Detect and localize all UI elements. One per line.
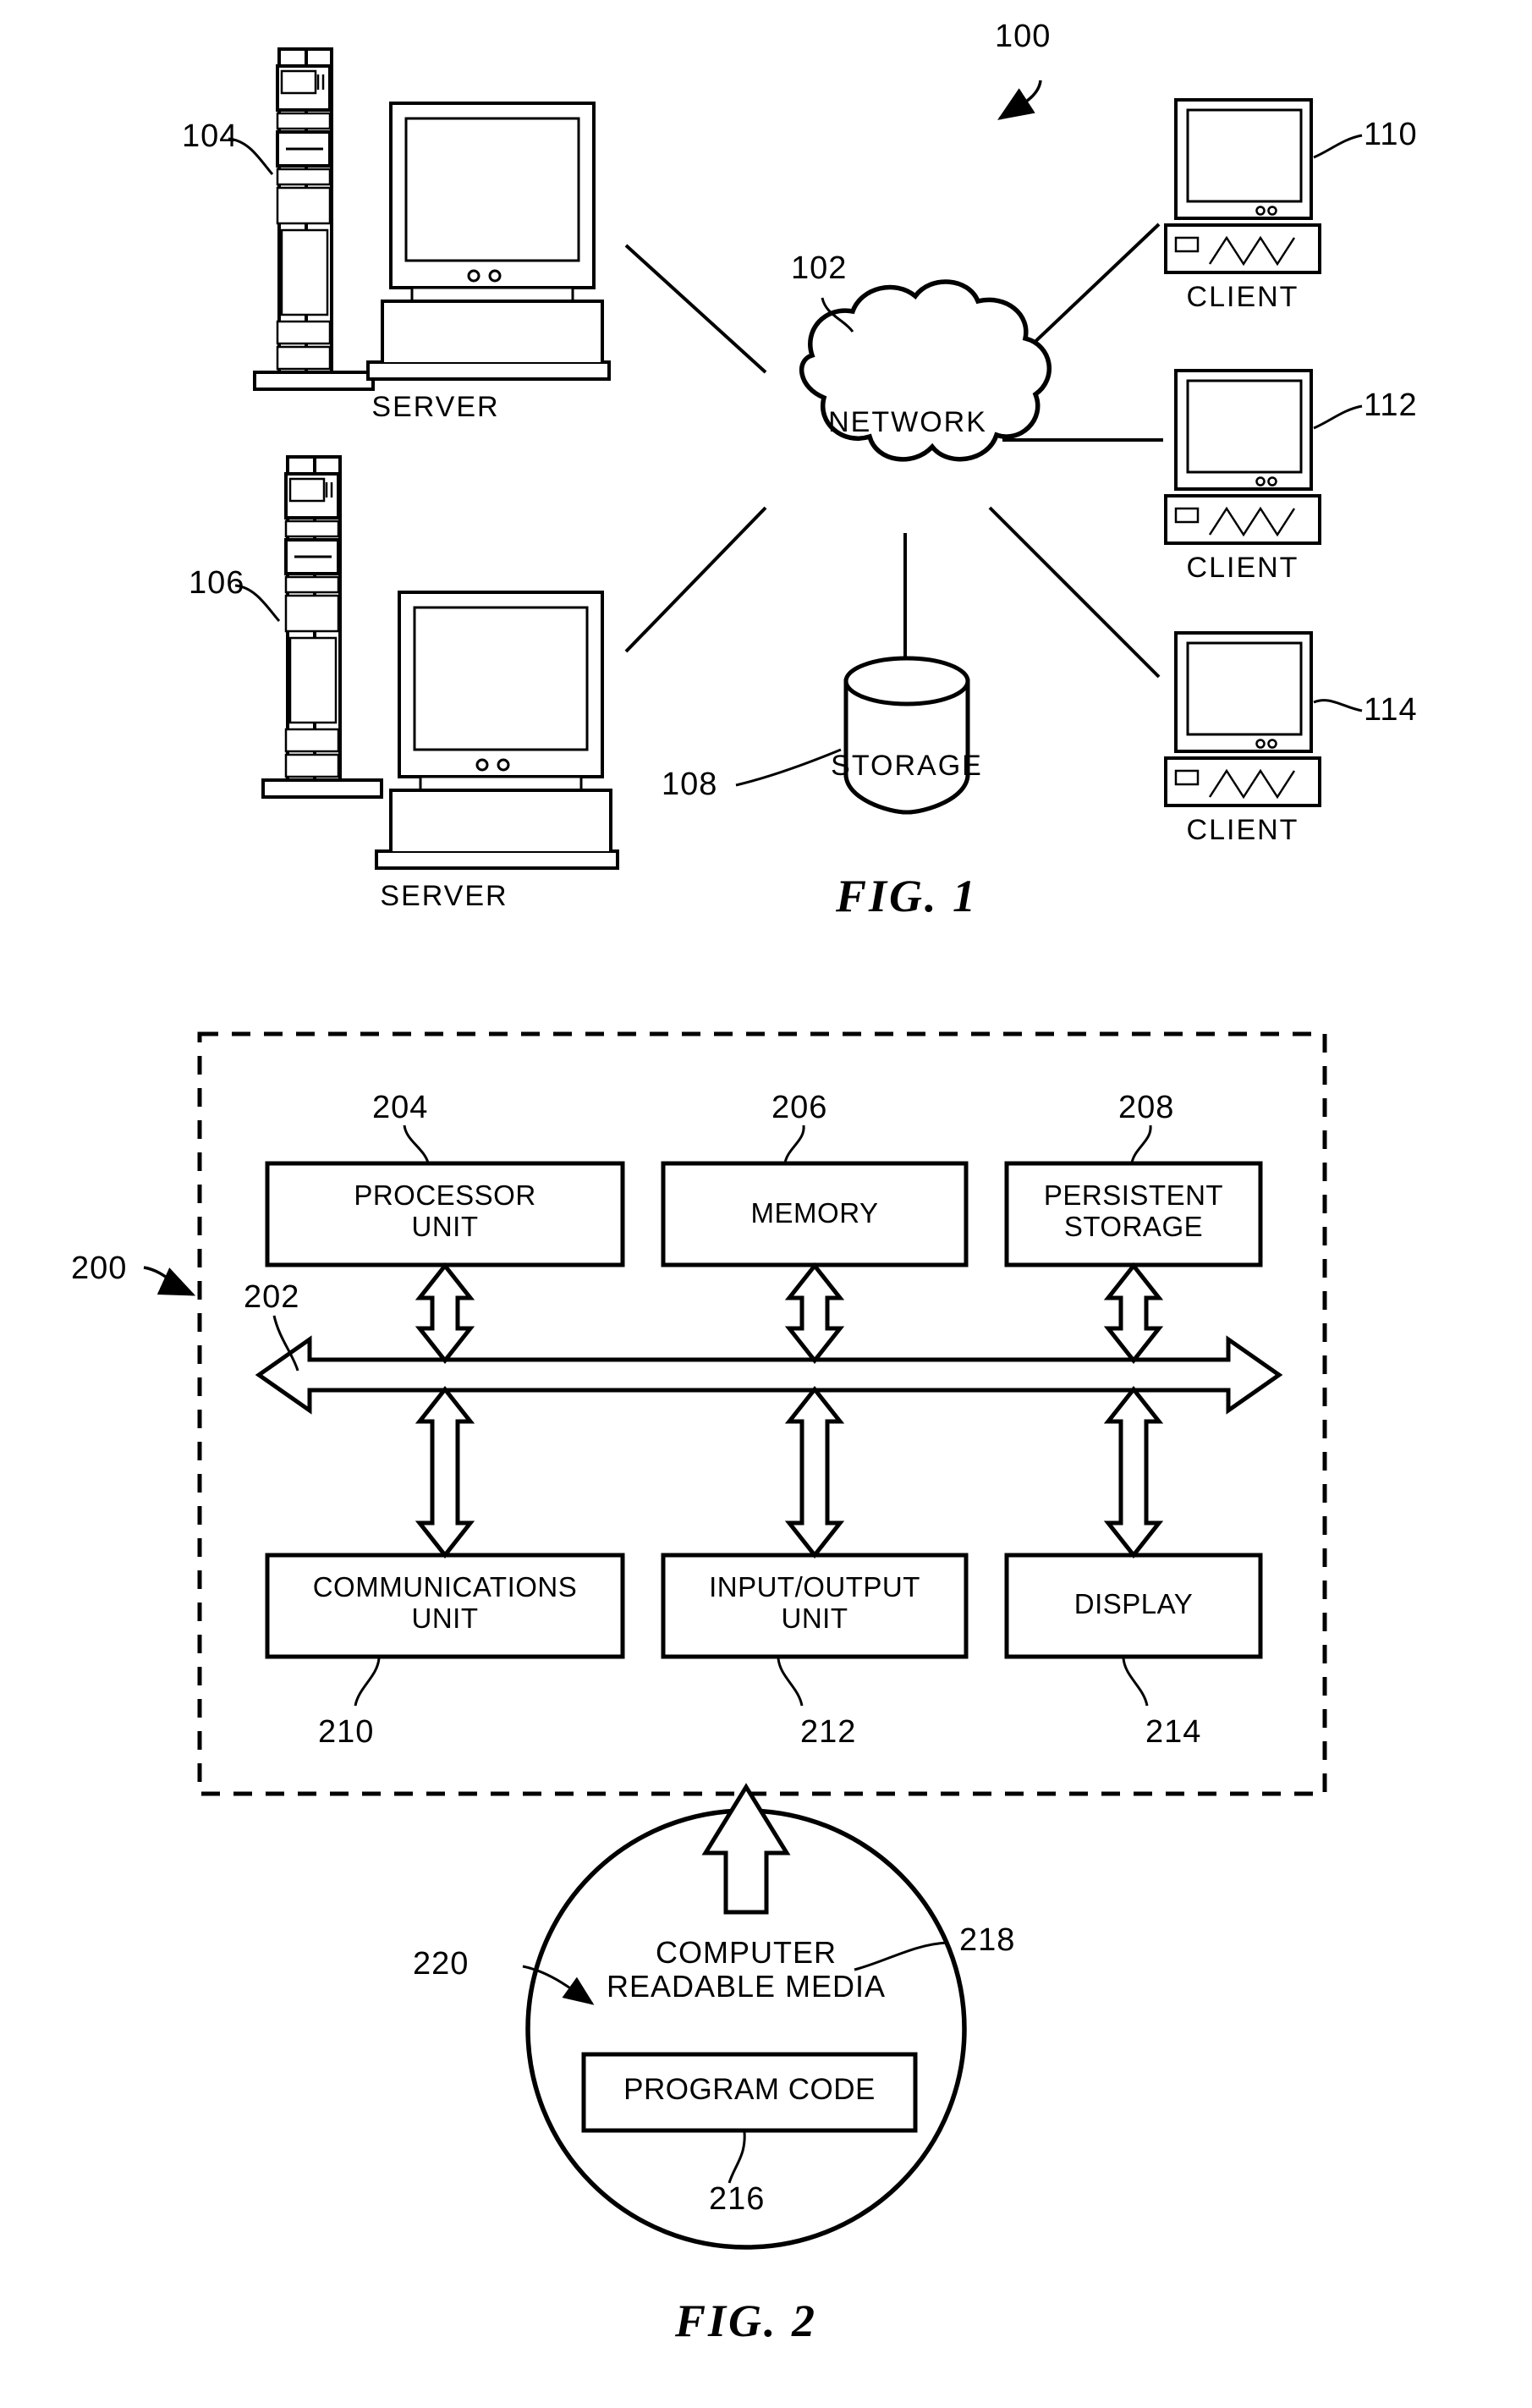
client-112-ref: 112: [1364, 388, 1418, 423]
fig2-ref-200: 200: [71, 1251, 128, 1286]
processor-unit-ref: 204: [372, 1090, 429, 1125]
storage-ref: 108: [662, 767, 718, 802]
program-code-ref: 216: [709, 2181, 766, 2217]
fig2-ref-200-leader: [143, 1266, 196, 1296]
storage-label: STORAGE: [831, 750, 983, 782]
fig2-vertical-connectors-lower: [415, 1385, 1164, 1559]
persistent-storage-line2: STORAGE: [1063, 1210, 1204, 1242]
fig1-ref-100-leader: [997, 80, 1042, 120]
client-114-label: CLIENT: [1186, 814, 1299, 846]
fig2-vertical-connectors-upper: [415, 1262, 1164, 1365]
communications-unit-ref: 210: [318, 1714, 375, 1750]
io-unit-box-label: INPUT/OUTPUT UNIT: [667, 1571, 963, 1635]
memory-ref: 206: [771, 1090, 828, 1125]
server-104-ref: 104: [182, 118, 239, 154]
client-114-ref-leader: [1313, 699, 1363, 712]
client-110-ref: 110: [1364, 117, 1418, 152]
server-104-monitor: [366, 102, 611, 381]
program-code-label: PROGRAM CODE: [623, 2073, 876, 2106]
storage-cylinder-shape: [843, 656, 970, 815]
client-110-ref-leader: [1313, 134, 1363, 159]
display-ref: 214: [1145, 1714, 1202, 1750]
communications-unit-line2: UNIT: [411, 1602, 479, 1634]
server-106-label: SERVER: [380, 880, 508, 912]
media-circle-label: COMPUTER READABLE MEDIA: [547, 1935, 945, 2004]
media-ref-218: 218: [959, 1922, 1016, 1958]
persistent-storage-line1: PERSISTENT: [1043, 1179, 1224, 1211]
network-label: NETWORK: [828, 406, 987, 438]
display-box-label: DISPLAY: [1009, 1588, 1259, 1620]
media-line2: READABLE MEDIA: [606, 1969, 887, 2004]
media-ref-220: 220: [413, 1946, 469, 1982]
client-114-graphic: [1164, 631, 1321, 807]
fig1-caption: FIG. 1: [835, 871, 979, 921]
fig2-bottom-ref-leaders: [354, 1658, 1149, 1707]
patent-drawing-sheet: 100 104 SERVER 106 SERVER 110 CLIENT 112…: [0, 0, 1532, 2408]
server-106-ref: 106: [189, 565, 245, 601]
bus-ref: 202: [244, 1279, 300, 1315]
server-106-graphic: [261, 455, 383, 799]
io-unit-line2: UNIT: [781, 1602, 848, 1634]
io-unit-line1: INPUT/OUTPUT: [709, 1571, 920, 1603]
client-114-ref: 114: [1364, 692, 1418, 728]
client-110-graphic: [1164, 98, 1321, 274]
client-110-label: CLIENT: [1186, 281, 1299, 313]
server-106-monitor: [375, 591, 619, 870]
storage-ref-leader: [735, 748, 842, 787]
processor-unit-line2: UNIT: [411, 1210, 479, 1242]
memory-box-label: MEMORY: [667, 1197, 963, 1229]
communications-unit-line1: COMMUNICATIONS: [312, 1571, 578, 1603]
client-112-label: CLIENT: [1186, 552, 1299, 584]
network-ref: 102: [791, 250, 848, 286]
persistent-storage-ref: 208: [1118, 1090, 1175, 1125]
server-104-graphic: [253, 47, 375, 391]
fig1-ref-100: 100: [995, 19, 1052, 54]
processor-unit-line1: PROCESSOR: [354, 1179, 536, 1211]
persistent-storage-box-label: PERSISTENT STORAGE: [1009, 1179, 1259, 1243]
fig2-caption: FIG. 2: [674, 2295, 818, 2346]
media-line1: COMPUTER: [656, 1935, 837, 1970]
server-104-label: SERVER: [371, 391, 500, 423]
display-line1: DISPLAY: [1073, 1588, 1194, 1619]
memory-line1: MEMORY: [750, 1197, 879, 1229]
processor-unit-box-label: PROCESSOR UNIT: [272, 1179, 618, 1243]
io-unit-ref: 212: [800, 1714, 857, 1750]
client-112-graphic: [1164, 369, 1321, 545]
fig2-top-ref-leaders: [403, 1124, 1152, 1163]
communications-unit-box-label: COMMUNICATIONS UNIT: [270, 1571, 620, 1635]
client-112-ref-leader: [1313, 404, 1363, 430]
